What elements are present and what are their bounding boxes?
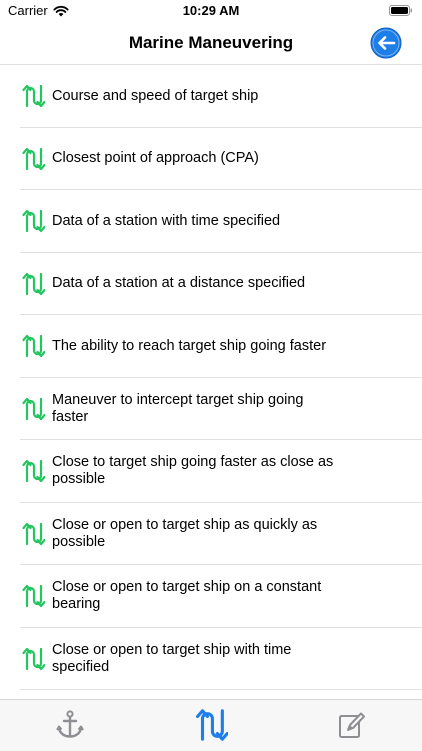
maneuver-arrows-icon [21, 584, 45, 608]
list-item-label: The ability to reach target ship going f… [52, 337, 327, 354]
list-item-label: Course and speed of target ship [52, 87, 259, 104]
list-item-label: Maneuver to intercept target ship going … [52, 391, 304, 425]
status-time: 10:29 AM [182, 3, 240, 18]
status-bar: Carrier 10:29 AM [0, 0, 422, 24]
list-item[interactable]: Close to target ship going faster as clo… [0, 440, 422, 503]
maneuver-arrows-icon [21, 459, 45, 483]
maneuver-arrows-icon [195, 709, 228, 741]
list-item-label: Close or open to target ship with time s… [52, 641, 292, 675]
maneuver-arrows-icon [21, 84, 45, 108]
battery-icon [389, 5, 413, 16]
maneuver-arrows-icon [21, 522, 45, 546]
maneuver-arrows-icon [21, 647, 45, 671]
list-item-label: Close or open to target ship as quickly … [52, 516, 318, 550]
list-item[interactable]: Course and speed of target ship [0, 65, 422, 128]
list-item-label: Data of a station at a distance specifie… [52, 275, 306, 292]
tab-notes[interactable] [334, 708, 368, 742]
navigation-bar: Marine Maneuvering [0, 24, 422, 65]
tab-maneuver[interactable] [194, 708, 228, 742]
list-item-label: Close or open to target ship on a consta… [52, 579, 322, 613]
list-item[interactable]: Close or open to target ship as quickly … [0, 503, 422, 566]
edit-note-icon [339, 712, 365, 738]
list-item[interactable]: Data of a station with time specified [0, 190, 422, 253]
list-item[interactable]: Close or open to target ship on a consta… [0, 565, 422, 628]
tab-bar [0, 699, 422, 751]
maneuver-arrows-icon [21, 209, 45, 233]
page-title: Marine Maneuvering [128, 33, 294, 52]
back-arrow-circle-icon [370, 27, 402, 59]
maneuver-arrows-icon [21, 397, 45, 421]
tab-anchor[interactable] [53, 708, 87, 742]
list-item[interactable]: Data of a station at a distance specifie… [0, 253, 422, 316]
anchor-icon [56, 710, 84, 738]
list-item-label: Close to target ship going faster as clo… [52, 454, 334, 488]
maneuver-arrows-icon [21, 272, 45, 296]
list-item-label: Data of a station with time specified [52, 212, 281, 229]
list-item-label: Closest point of approach (CPA) [52, 150, 259, 167]
maneuver-list: Course and speed of target ship Closest p… [0, 65, 422, 699]
list-item[interactable]: Maneuver to intercept target ship going … [0, 378, 422, 441]
maneuver-arrows-icon [21, 334, 45, 358]
list-item[interactable]: Closest point of approach (CPA) [0, 128, 422, 191]
back-button[interactable] [370, 27, 402, 59]
maneuver-arrows-icon [21, 147, 45, 171]
list-item[interactable]: Close or open to target ship with time s… [0, 628, 422, 691]
list-item[interactable]: The ability to reach target ship going f… [0, 315, 422, 378]
